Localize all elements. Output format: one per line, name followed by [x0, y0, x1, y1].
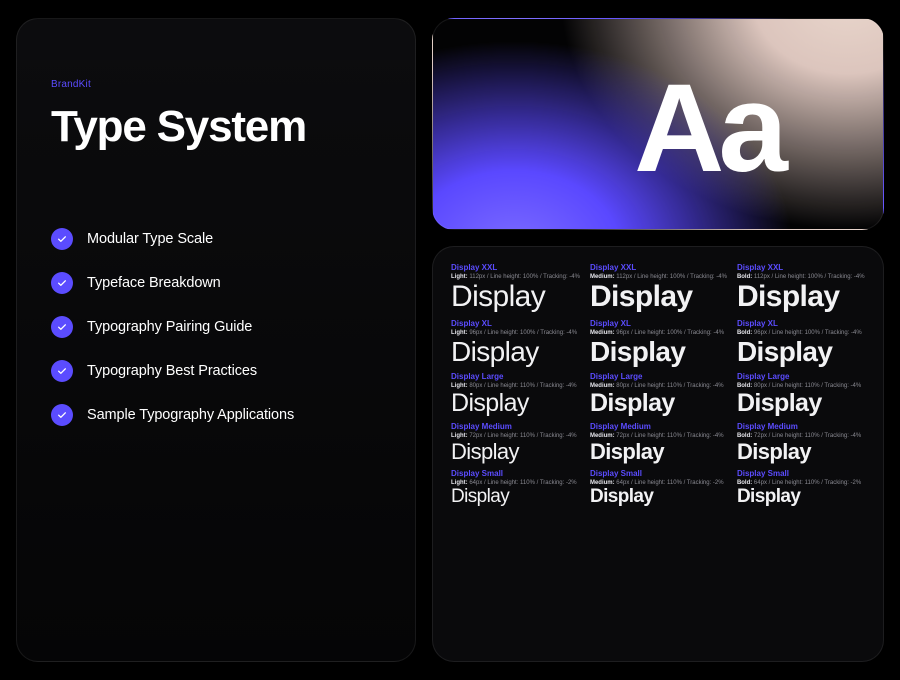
- specimen-sample: Display: [737, 440, 865, 463]
- specimen-size-label: Display Large: [590, 372, 727, 381]
- specimen-cell: Display XXLBold: 112px / Line height: 10…: [737, 263, 865, 313]
- specimen-sample: Display: [451, 281, 580, 313]
- specimen-size-label: Display XL: [451, 319, 580, 328]
- specimen-meta: Light: 80px / Line height: 110% / Tracki…: [451, 383, 580, 389]
- specimen-cell: Display MediumMedium: 72px / Line height…: [590, 422, 727, 463]
- check-icon: [51, 404, 73, 426]
- specimen-size-label: Display Small: [451, 469, 580, 478]
- check-icon: [51, 272, 73, 294]
- specimen-sample: Display: [590, 390, 727, 416]
- specimen-meta: Medium: 80px / Line height: 110% / Track…: [590, 383, 727, 389]
- specimen-meta: Bold: 96px / Line height: 100% / Trackin…: [737, 330, 865, 336]
- specimen-sample: Display: [590, 440, 727, 463]
- specimen-sample: Display: [737, 487, 865, 507]
- specimen-meta: Medium: 96px / Line height: 100% / Track…: [590, 330, 727, 336]
- specimen-size-label: Display Medium: [737, 422, 865, 431]
- specimen-meta: Light: 96px / Line height: 100% / Tracki…: [451, 330, 580, 336]
- specimen-sample: Display: [737, 337, 865, 366]
- type-hero-card: Aa: [432, 18, 884, 230]
- specimen-sample: Display: [451, 487, 580, 507]
- specimen-cell: Display XL Bold: 96px / Line height: 100%…: [737, 319, 865, 366]
- specimen-size-label: Display XL: [590, 319, 727, 328]
- specimen-cell: Display XXLLight: 112px / Line height: 1…: [451, 263, 580, 313]
- specimen-grid: Display XXLLight: 112px / Line height: 1…: [451, 263, 865, 507]
- specimen-size-label: Display XXL: [451, 263, 580, 272]
- specimen-size-label: Display Medium: [590, 422, 727, 431]
- specimen-sample: Display: [590, 337, 727, 366]
- specimen-size-label: Display XL: [737, 319, 865, 328]
- specimen-size-label: Display XXL: [590, 263, 727, 272]
- specimen-size-label: Display Large: [451, 372, 580, 381]
- specimen-meta: Bold: 80px / Line height: 110% / Trackin…: [737, 383, 865, 389]
- specimen-cell: Display SmallLight: 64px / Line height: …: [451, 469, 580, 507]
- specimen-cell: Display MediumBold: 72px / Line height: …: [737, 422, 865, 463]
- specimen-cell: Display SmallMedium: 64px / Line height:…: [590, 469, 727, 507]
- specimen-cell: Display XL Medium: 96px / Line height: 10…: [590, 319, 727, 366]
- specimen-sample: Display: [590, 487, 727, 507]
- specimen-cell: Display MediumLight: 72px / Line height:…: [451, 422, 580, 463]
- specimen-sample: Display: [737, 281, 865, 313]
- feature-label: Typography Best Practices: [87, 363, 257, 379]
- hero-glyph: Aa: [634, 66, 782, 191]
- feature-item: Sample Typography Applications: [51, 404, 381, 426]
- feature-list: Modular Type Scale Typeface Breakdown Typo…: [51, 228, 381, 426]
- right-column: Aa Display XXLLight: 112px / Line height…: [432, 18, 884, 662]
- feature-item: Typography Best Practices: [51, 360, 381, 382]
- specimen-sample: Display: [737, 390, 865, 416]
- specimen-cell: Display XXLMedium: 112px / Line height: …: [590, 263, 727, 313]
- check-icon: [51, 316, 73, 338]
- specimen-size-label: Display Small: [590, 469, 727, 478]
- specimen-sample: Display: [451, 390, 580, 416]
- feature-item: Typeface Breakdown: [51, 272, 381, 294]
- specimen-sample: Display: [590, 281, 727, 313]
- check-icon: [51, 228, 73, 250]
- specimen-cell: Display Large Medium: 80px / Line height:…: [590, 372, 727, 416]
- specimen-size-label: Display Small: [737, 469, 865, 478]
- specimen-size-label: Display XXL: [737, 263, 865, 272]
- specimen-sample: Display: [451, 337, 580, 366]
- specimen-cell: Display Large Light: 80px / Line height: …: [451, 372, 580, 416]
- page-title: Type System: [51, 104, 381, 150]
- intro-card: BrandKit Type System Modular Type Scale T…: [16, 18, 416, 662]
- type-specimen-card: Display XXLLight: 112px / Line height: 1…: [432, 246, 884, 662]
- specimen-size-label: Display Large: [737, 372, 865, 381]
- specimen-sample: Display: [451, 440, 580, 463]
- feature-label: Modular Type Scale: [87, 231, 213, 247]
- eyebrow-label: BrandKit: [51, 79, 381, 90]
- feature-label: Typography Pairing Guide: [87, 319, 252, 335]
- specimen-cell: Display SmallBold: 64px / Line height: 1…: [737, 469, 865, 507]
- specimen-size-label: Display Medium: [451, 422, 580, 431]
- feature-label: Sample Typography Applications: [87, 407, 294, 423]
- feature-item: Typography Pairing Guide: [51, 316, 381, 338]
- check-icon: [51, 360, 73, 382]
- feature-item: Modular Type Scale: [51, 228, 381, 250]
- specimen-cell: Display XL Light: 96px / Line height: 100…: [451, 319, 580, 366]
- feature-label: Typeface Breakdown: [87, 275, 221, 291]
- specimen-cell: Display Large Bold: 80px / Line height: 1…: [737, 372, 865, 416]
